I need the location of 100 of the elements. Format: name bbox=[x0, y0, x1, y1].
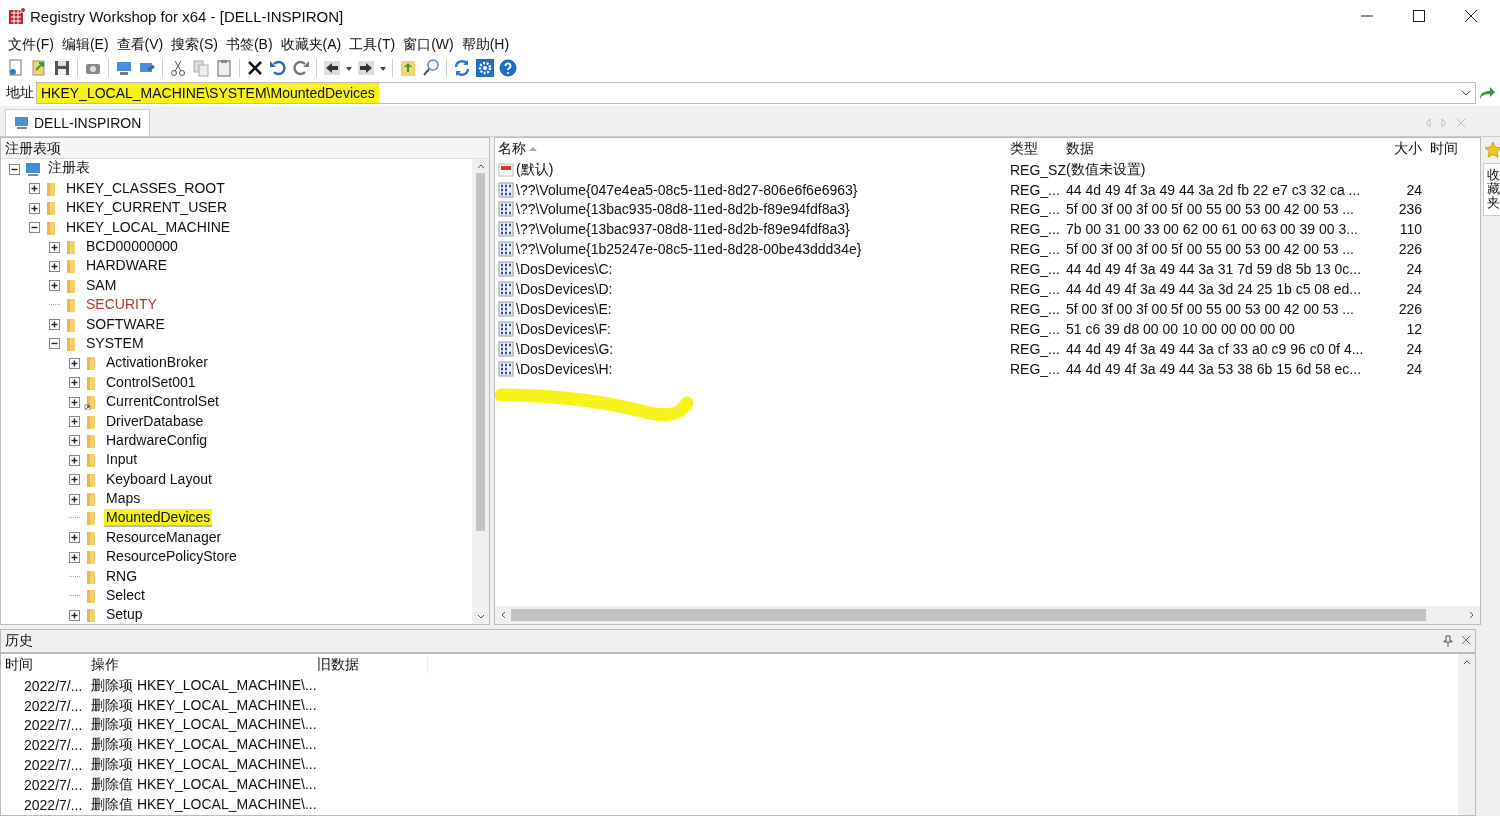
tree-item[interactable]: Setup bbox=[104, 606, 145, 625]
table-cell-text: 2022/7/... bbox=[23, 797, 84, 814]
column-header[interactable]: 数据 bbox=[1066, 139, 1374, 158]
expand-icon[interactable] bbox=[69, 435, 80, 447]
tree-item[interactable]: Keyboard Layout bbox=[104, 470, 214, 489]
tree-item[interactable]: ResourceManager bbox=[104, 528, 224, 547]
tree-item[interactable]: HKEY_CLASSES_ROOT bbox=[64, 179, 227, 198]
scroll-down-icon[interactable] bbox=[475, 612, 486, 621]
tree-item[interactable]: HardwareConfig bbox=[104, 431, 210, 450]
column-header[interactable]: 大小 bbox=[1374, 139, 1422, 158]
menu-item[interactable]: 搜索(S) bbox=[167, 33, 222, 56]
binary-value-icon bbox=[498, 201, 514, 218]
expand-icon[interactable] bbox=[69, 454, 80, 466]
document-tab[interactable]: DELL-INSPIRON bbox=[5, 108, 151, 136]
tree-item[interactable]: Select bbox=[104, 587, 147, 606]
column-header[interactable]: 时间 bbox=[1422, 139, 1480, 158]
vertical-scrollbar[interactable] bbox=[472, 158, 489, 624]
value-name[interactable]: \DosDevices\E: bbox=[516, 300, 612, 317]
pin-icon[interactable] bbox=[1443, 634, 1453, 647]
menu-item[interactable]: 书签(B) bbox=[221, 33, 277, 56]
tree-item[interactable]: ResourcePolicyStore bbox=[104, 548, 239, 567]
expand-icon[interactable] bbox=[49, 260, 60, 272]
menu-item[interactable]: 文件(F) bbox=[4, 33, 58, 56]
tree-item[interactable]: ActivationBroker bbox=[104, 354, 210, 373]
value-name[interactable]: \DosDevices\F: bbox=[516, 320, 611, 337]
tree-item[interactable]: 注册表 bbox=[46, 159, 92, 180]
value-name[interactable]: \DosDevices\D: bbox=[516, 281, 613, 298]
expand-icon[interactable] bbox=[69, 357, 80, 369]
expand-icon[interactable] bbox=[69, 532, 80, 544]
menu-item[interactable]: 窗口(W) bbox=[399, 33, 458, 56]
help-icon[interactable] bbox=[498, 58, 518, 79]
clipboard-icon[interactable] bbox=[214, 58, 234, 79]
menu-item[interactable]: 查看(V) bbox=[112, 33, 168, 56]
column-header[interactable]: 名称 bbox=[495, 139, 1010, 158]
tree-item[interactable]: BCD00000000 bbox=[84, 238, 180, 256]
vertical-scrollbar[interactable] bbox=[1458, 653, 1475, 815]
collapse-icon[interactable] bbox=[29, 222, 40, 234]
menu-item[interactable]: 工具(T) bbox=[345, 33, 400, 56]
expand-icon[interactable] bbox=[29, 183, 40, 195]
tree-item[interactable]: SOFTWARE bbox=[84, 315, 167, 334]
table-cell: 删除项 HKEY_LOCAL_MACHINE\... bbox=[91, 696, 317, 715]
tree-item[interactable]: HARDWARE bbox=[84, 257, 170, 276]
value-name[interactable]: \DosDevices\C: bbox=[516, 261, 613, 278]
close-icon[interactable] bbox=[1464, 9, 1478, 24]
tree-item[interactable]: CurrentControlSet bbox=[104, 393, 221, 412]
expand-icon[interactable] bbox=[69, 416, 80, 428]
scroll-right-icon[interactable] bbox=[1468, 609, 1476, 620]
expand-icon[interactable] bbox=[69, 551, 80, 563]
value-name[interactable]: \??\Volume{1b25247e-08c5-11ed-8d28-00be43ddd34e} bbox=[516, 241, 862, 258]
tree-item[interactable]: Maps bbox=[104, 490, 143, 509]
collapse-icon[interactable] bbox=[49, 338, 60, 350]
tree-item[interactable]: DriverDatabase bbox=[104, 412, 206, 431]
folder-up-icon[interactable] bbox=[398, 58, 418, 79]
tree-item[interactable]: SAM bbox=[84, 276, 119, 295]
table-cell-text: 44 4d 49 4f 3a 49 44 3a 3d 24 25 1b c5 08 ed... bbox=[1066, 281, 1363, 298]
value-name[interactable]: \??\Volume{047e4ea5-08c5-11ed-8d27-806e6f6e6963} bbox=[516, 181, 858, 198]
refresh-icon[interactable] bbox=[452, 58, 472, 79]
expand-icon[interactable] bbox=[69, 474, 80, 486]
binary-value-icon bbox=[498, 320, 514, 337]
value-name[interactable]: (默认) bbox=[516, 160, 554, 179]
expand-icon[interactable] bbox=[69, 609, 80, 621]
value-name[interactable]: \??\Volume{13bac937-08d8-11ed-8d2b-f89e94fdf8a3} bbox=[516, 221, 850, 238]
tree-item[interactable]: MountedDevices bbox=[104, 509, 213, 528]
expand-icon[interactable] bbox=[29, 202, 40, 214]
collapse-icon[interactable] bbox=[9, 163, 20, 175]
column-header[interactable]: 操作 bbox=[91, 655, 317, 674]
maximize-icon[interactable] bbox=[1412, 9, 1426, 24]
expand-icon[interactable] bbox=[49, 319, 60, 331]
menu-item[interactable]: 收藏夹(A) bbox=[276, 33, 346, 56]
value-name[interactable]: \DosDevices\G: bbox=[516, 340, 614, 357]
tree-item[interactable]: SYSTEM bbox=[84, 334, 146, 353]
menu-item[interactable]: 编辑(E) bbox=[57, 33, 113, 56]
computer-icon bbox=[14, 115, 30, 130]
address-field[interactable]: HKEY_LOCAL_MACHINE\SYSTEM\MountedDevices bbox=[36, 82, 1476, 105]
column-header[interactable]: 类型 bbox=[1010, 139, 1066, 158]
expand-icon[interactable] bbox=[69, 493, 80, 505]
horizontal-scrollbar[interactable] bbox=[495, 605, 1480, 624]
star-icon[interactable] bbox=[1484, 140, 1500, 159]
table-cell-text: REG_... bbox=[1010, 300, 1061, 317]
column-header[interactable]: 旧数据 bbox=[317, 655, 428, 674]
value-name[interactable]: \??\Volume{13bac935-08d8-11ed-8d2b-f89e94fdf8a3} bbox=[516, 201, 850, 218]
tree-item[interactable]: ControlSet001 bbox=[104, 373, 198, 392]
scroll-left-icon[interactable] bbox=[499, 609, 507, 620]
table-cell-text: 2022/7/... bbox=[23, 717, 84, 734]
expand-icon[interactable] bbox=[49, 241, 60, 253]
expand-icon[interactable] bbox=[49, 280, 60, 292]
tree-item[interactable]: Input bbox=[104, 451, 140, 470]
expand-icon[interactable] bbox=[69, 396, 80, 408]
table-cell-text: REG_... bbox=[1010, 281, 1061, 298]
column-header[interactable]: 时间 bbox=[1, 655, 91, 674]
scissors-icon[interactable] bbox=[168, 58, 188, 79]
tree-item[interactable]: SECURITY bbox=[84, 296, 159, 315]
settings-icon[interactable] bbox=[475, 58, 495, 79]
tree-item[interactable]: RNG bbox=[104, 567, 140, 586]
tree-item[interactable]: HKEY_CURRENT_USER bbox=[64, 199, 230, 218]
tree-item[interactable]: HKEY_LOCAL_MACHINE bbox=[64, 218, 233, 237]
favorites-side-tab[interactable]: 收藏夹 bbox=[1482, 162, 1500, 216]
expand-icon[interactable] bbox=[69, 377, 80, 389]
menu-item[interactable]: 帮助(H) bbox=[457, 33, 514, 56]
value-name[interactable]: \DosDevices\H: bbox=[516, 360, 613, 377]
